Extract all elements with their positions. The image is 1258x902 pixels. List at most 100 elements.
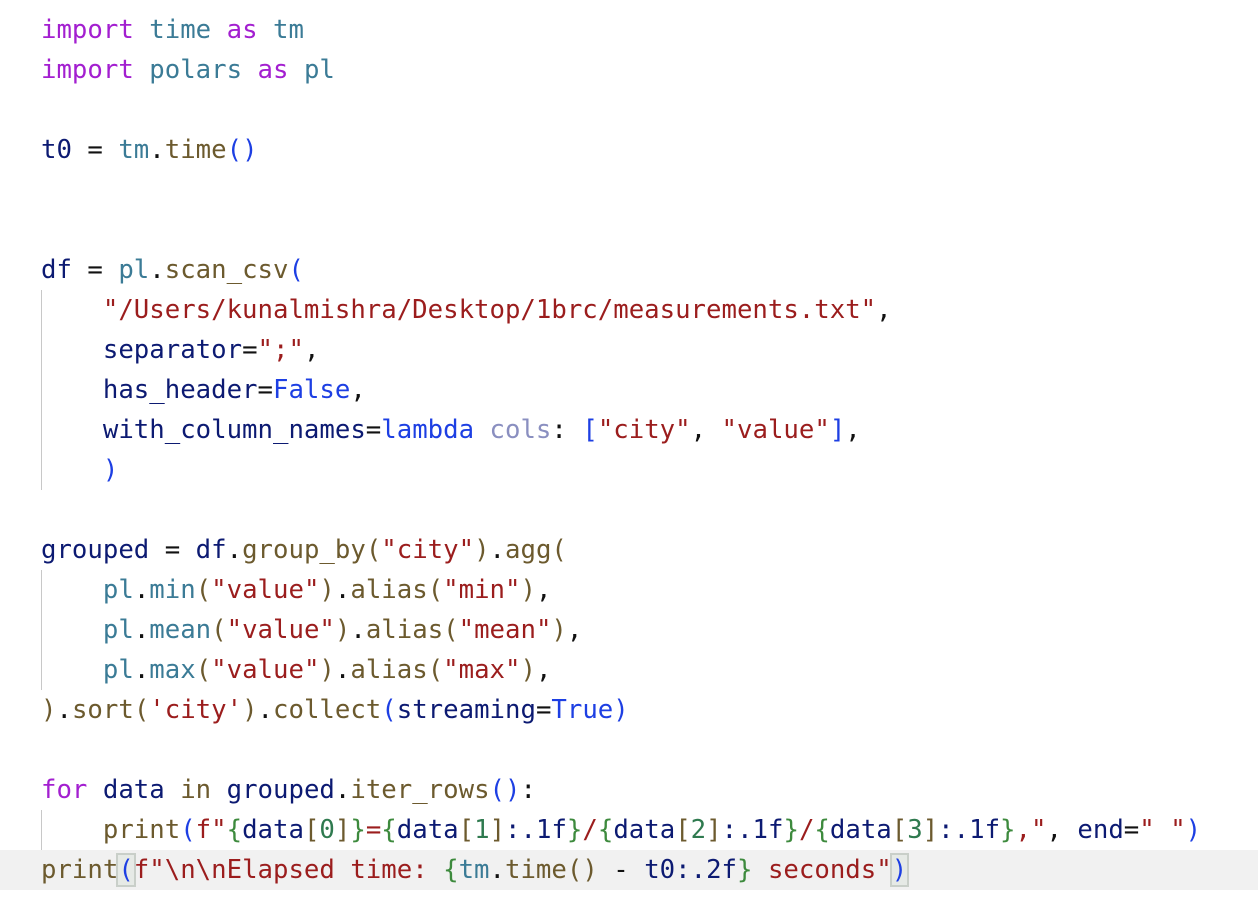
code-line[interactable]	[0, 730, 1258, 770]
code-token: =	[149, 535, 196, 565]
code-line[interactable]	[0, 170, 1258, 210]
code-token: =	[71, 135, 119, 165]
code-token: time	[164, 135, 227, 165]
code-token: /	[798, 815, 815, 845]
code-token: lambda	[381, 415, 475, 445]
code-line[interactable]: print(f"\n\nElapsed time: {tm.time() - t…	[0, 850, 1258, 890]
code-line[interactable]	[0, 210, 1258, 250]
code-token: .	[257, 695, 274, 725]
code-token: {	[443, 855, 459, 885]
code-line[interactable]: import time as tm	[0, 10, 1258, 50]
code-token: =	[257, 375, 273, 405]
code-line[interactable]: "/Users/kunalmishra/Desktop/1brc/measure…	[0, 290, 1258, 330]
code-token: ,	[303, 335, 320, 365]
code-line[interactable]: print(f"{data[0]}={data[1]:.1f}/{data[2]…	[0, 810, 1258, 850]
code-line[interactable]: grouped = df.group_by("city").agg(	[0, 530, 1258, 570]
code-line[interactable]: t0 = tm.time()	[0, 130, 1258, 170]
code-token: end	[1077, 815, 1124, 845]
code-token: [	[891, 815, 908, 845]
code-token: grouped	[226, 775, 335, 805]
code-line[interactable]: separator=";",	[0, 330, 1258, 370]
code-token: max	[149, 655, 196, 685]
code-token: (	[427, 575, 444, 605]
code-token: =	[71, 255, 119, 285]
code-token: .	[226, 535, 243, 565]
code-token: .	[350, 615, 366, 645]
code-token: )	[41, 695, 57, 725]
code-token: .	[334, 775, 351, 805]
code-token: data	[242, 815, 304, 845]
code-token: time	[505, 855, 567, 885]
code-token: .	[489, 535, 506, 565]
code-token: {	[226, 815, 243, 845]
code-token: has_header	[102, 375, 258, 405]
code-token: "max"	[443, 655, 521, 685]
code-token: 0	[319, 815, 335, 845]
code-line[interactable]: has_header=False,	[0, 370, 1258, 410]
code-editor[interactable]: import time as tm import polars as pl t0 =…	[0, 10, 1258, 890]
code-token: )	[319, 575, 335, 605]
code-token: {	[814, 815, 830, 845]
code-token: ()	[226, 135, 258, 165]
code-token: ,	[566, 615, 583, 645]
code-line[interactable]: pl.mean("value").alias("mean"),	[0, 610, 1258, 650]
code-token: streaming	[396, 695, 536, 725]
code-line[interactable]	[0, 490, 1258, 530]
code-token: "value"	[211, 655, 320, 685]
code-token: "min"	[443, 575, 521, 605]
indent-guide	[41, 810, 42, 850]
code-line[interactable]	[0, 90, 1258, 130]
code-token: [	[675, 815, 691, 845]
code-token: alias	[350, 575, 428, 605]
code-token: group_by	[242, 535, 366, 565]
code-token: agg	[505, 535, 552, 565]
code-line[interactable]: df = pl.scan_csv(	[0, 250, 1258, 290]
code-token: .	[489, 855, 505, 885]
code-token: print	[102, 815, 181, 845]
code-token: 1	[474, 815, 490, 845]
code-token: time	[149, 15, 212, 45]
code-token: "/Users/kunalmishra/Desktop/1brc/measure…	[102, 295, 877, 325]
code-token: )	[474, 535, 490, 565]
code-line[interactable]: ).sort('city').collect(streaming=True)	[0, 690, 1258, 730]
code-token: .	[149, 135, 165, 165]
code-token: tm	[273, 15, 304, 45]
code-token: .	[133, 575, 150, 605]
indent-guide	[41, 570, 42, 610]
code-token: Elapsed time:	[226, 855, 444, 885]
code-line[interactable]: import polars as pl	[0, 50, 1258, 90]
code-token: cols	[489, 415, 552, 445]
code-token: 3	[907, 815, 923, 845]
code-token: in	[180, 775, 212, 805]
code-token: (	[195, 575, 212, 605]
code-line[interactable]: pl.max("value").alias("max"),	[0, 650, 1258, 690]
code-token: min	[149, 575, 196, 605]
code-line[interactable]: pl.min("value").alias("min"),	[0, 570, 1258, 610]
code-token: ,	[535, 655, 552, 685]
code-token: :	[520, 775, 536, 805]
code-line[interactable]: for data in grouped.iter_rows():	[0, 770, 1258, 810]
code-token: {	[597, 815, 614, 845]
code-token: iter_rows	[350, 775, 490, 805]
code-token: )	[520, 655, 536, 685]
code-token: t0	[41, 135, 72, 165]
code-token: =	[1123, 815, 1140, 845]
code-token: ]	[706, 815, 722, 845]
code-token: :.1f	[721, 815, 784, 845]
code-token: ,	[690, 415, 722, 445]
code-line[interactable]: with_column_names=lambda cols: ["city", …	[0, 410, 1258, 450]
code-token: }	[566, 815, 583, 845]
code-token: with_column_names	[102, 415, 366, 445]
code-line[interactable]: )	[0, 450, 1258, 490]
code-token: =	[365, 815, 382, 845]
code-token: )	[889, 853, 910, 887]
code-token: seconds"	[752, 855, 892, 885]
